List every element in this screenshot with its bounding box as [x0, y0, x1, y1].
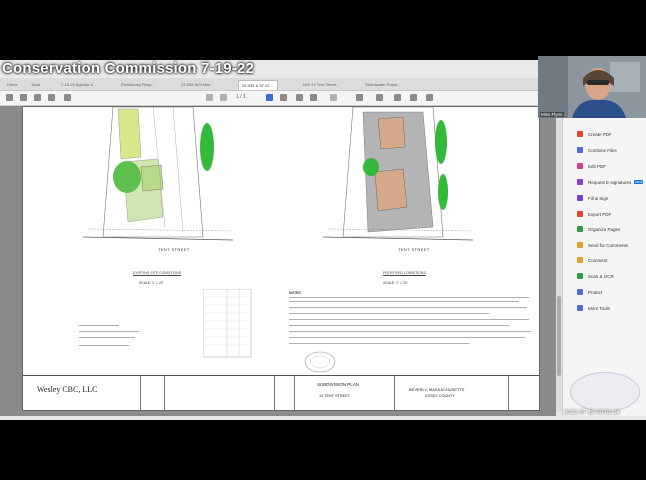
note-line [289, 301, 519, 302]
notes-heading: NOTES [289, 291, 301, 295]
county-name: ESSEX COUNTY [425, 394, 455, 398]
search-icon[interactable] [64, 94, 71, 101]
document-tab-bar: Home Tools 7-19-22 Agenda & ... Prelimin… [0, 78, 540, 91]
title-block-location-cell: BEVERLY, MASSACHUSETTS ESSEX COUNTY [395, 376, 509, 410]
street-label-right: TENT STREET [398, 247, 430, 252]
prev-page-icon[interactable] [206, 94, 213, 101]
note-line [289, 325, 509, 326]
sign-tool-icon[interactable] [426, 94, 433, 101]
title-block-company-cell: Wesley CBC, LLC [23, 376, 141, 410]
tab-plan-active[interactable]: 22-035 & 37 22 ... [238, 80, 278, 90]
organize-pages-icon [577, 226, 583, 232]
page-indicator[interactable]: 1 / 1 [236, 94, 246, 100]
proposed-conditions-plan [323, 107, 473, 241]
tab-preliminary[interactable]: Preliminary Resp... [118, 80, 158, 89]
print-icon[interactable] [48, 94, 55, 101]
info-line [79, 331, 139, 332]
scan-ocr-icon [577, 273, 583, 279]
viewer-toolbar: 1 / 1 [0, 91, 558, 106]
recording-timestamp: 2022-07-19 19:51:24 [564, 410, 620, 416]
note-line [289, 343, 469, 344]
scrollbar-thumb[interactable] [557, 296, 561, 376]
tab-noi-tent[interactable]: NOI 14 Tent Street... [300, 80, 342, 89]
tool-request-signatures[interactable]: Request E-signatures NEW [577, 176, 644, 188]
info-line [79, 337, 135, 338]
town-name: BEVERLY, MASSACHUSETTS [409, 387, 465, 392]
edit-pdf-icon [577, 163, 583, 169]
zoning-table [203, 289, 252, 358]
plan-sheet: TENT STREET TENT STREET EXISTING SITE CO… [22, 106, 540, 411]
title-block-revisions [165, 376, 275, 410]
send-comments-icon [577, 242, 583, 248]
note-line [289, 319, 529, 320]
tool-comment[interactable]: Comment [577, 254, 608, 266]
participant-name: Miss Flynn [540, 112, 564, 117]
scale-right: SCALE: 1" = 20' [383, 281, 408, 285]
fill-sign-icon [577, 195, 583, 201]
export-pdf-icon [577, 211, 583, 217]
next-page-icon[interactable] [220, 94, 227, 101]
bookmark-icon[interactable] [20, 94, 27, 101]
menu-tools[interactable]: Tools [28, 80, 43, 89]
tool-create-pdf[interactable]: Create PDF [577, 128, 612, 140]
title-block: Wesley CBC, LLC SUBDIVISION PLAN 14 TENT… [23, 375, 539, 410]
company-name: Wesley CBC, LLC [37, 385, 98, 394]
tool-fill-sign[interactable]: Fill & Sign [577, 192, 608, 204]
tool-edit-pdf[interactable]: Edit PDF [577, 160, 606, 172]
tool-scan-ocr[interactable]: Scan & OCR [577, 270, 614, 282]
note-line [289, 297, 529, 298]
tool-export-pdf[interactable]: Export PDF [577, 208, 611, 220]
existing-conditions-plan [83, 107, 233, 241]
title-block-cell [141, 376, 165, 410]
meeting-title: Conservation Commission 7-19-22 [2, 60, 255, 77]
street-label-left: TENT STREET [158, 247, 190, 252]
zoom-out-icon[interactable] [296, 94, 303, 101]
participant-video-frame [538, 56, 646, 118]
caption-existing: EXISTING SITE CONDITIONS [133, 271, 182, 275]
tab-noi-narrative[interactable]: 22-035 NOI Narr... [178, 80, 217, 89]
zoom-level-dropdown[interactable] [330, 94, 337, 101]
hand-tool-icon[interactable] [280, 94, 287, 101]
tool-combine-files[interactable]: Combine Files [577, 144, 617, 156]
save-icon[interactable] [6, 94, 13, 101]
plan-address: 14 TENT STREET [319, 394, 351, 398]
select-cursor-icon[interactable] [266, 94, 273, 101]
fit-page-icon[interactable] [356, 94, 363, 101]
info-line [79, 345, 129, 346]
comment-icon [577, 257, 583, 263]
tool-send-comments[interactable]: Send for Comments [577, 239, 628, 251]
note-line [289, 337, 525, 338]
more-tools-icon [577, 305, 583, 311]
note-line [289, 307, 527, 308]
tab-agenda[interactable]: 7-19-22 Agenda & ... [58, 80, 101, 89]
upload-icon[interactable] [34, 94, 41, 101]
plan-title: SUBDIVISION PLAN [317, 382, 360, 387]
scale-left: SCALE: 1" = 20' [139, 281, 164, 285]
pen-tool-icon[interactable] [394, 94, 401, 101]
engineer-stamp [304, 351, 336, 373]
tools-panel: Create PDF Combine Files Edit PDF Reques… [562, 116, 646, 416]
caption-proposed: PROPOSED CONDITIONS [383, 271, 426, 275]
tool-protect[interactable]: Protect [577, 286, 602, 298]
tool-more-tools[interactable]: More Tools [577, 302, 610, 314]
menu-home[interactable]: Home [4, 80, 21, 89]
note-line [289, 313, 489, 314]
city-seal-watermark [570, 372, 640, 412]
combine-files-icon [577, 147, 583, 153]
info-line [79, 325, 119, 326]
title-block-sheet-cell [509, 376, 539, 410]
participant-video: Miss Flynn [538, 56, 646, 118]
tool-organize-pages[interactable]: Organize Pages [577, 223, 620, 235]
new-badge: NEW [634, 180, 644, 184]
request-signatures-icon [577, 179, 583, 185]
title-block-plan-cell: SUBDIVISION PLAN 14 TENT STREET [295, 376, 395, 410]
highlight-tool-icon[interactable] [410, 94, 417, 101]
comment-tool-icon[interactable] [376, 94, 383, 101]
zoom-in-icon[interactable] [310, 94, 317, 101]
note-line [289, 331, 531, 332]
title-block-cell [275, 376, 295, 410]
protect-icon [577, 289, 583, 295]
tab-stormwater[interactable]: Stormwater Repor... [362, 80, 404, 89]
create-pdf-icon [577, 131, 583, 137]
